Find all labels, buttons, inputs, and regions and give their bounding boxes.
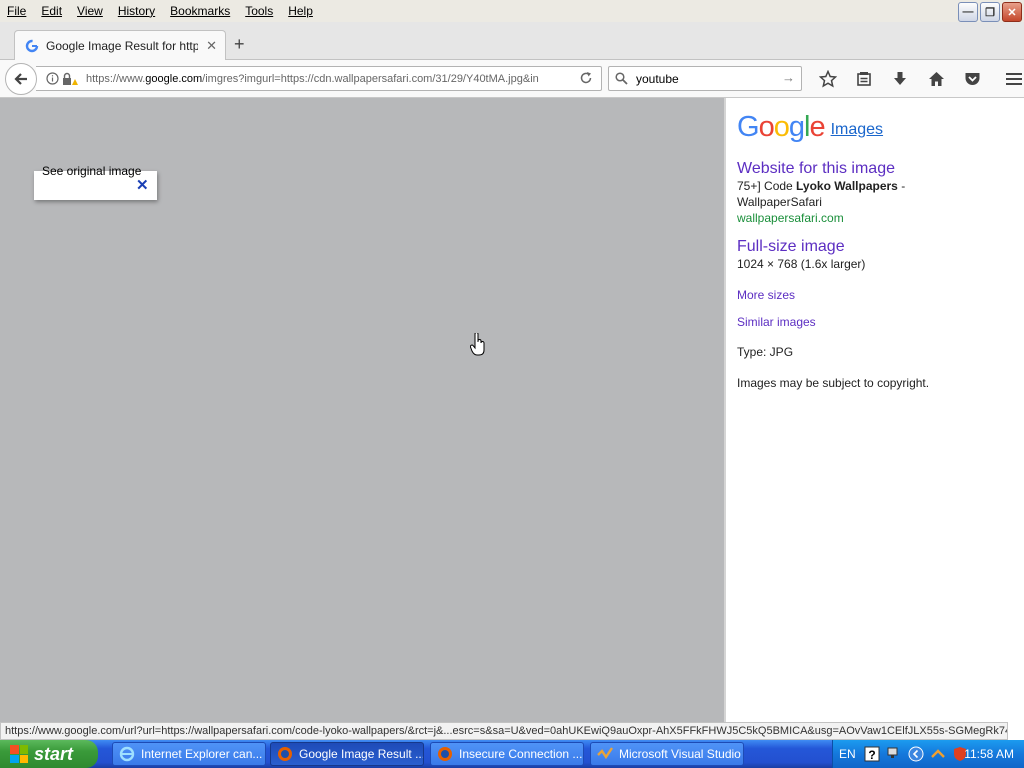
info-icon: [46, 72, 59, 85]
start-label: start: [34, 743, 74, 764]
firefox-icon: [437, 746, 453, 762]
popup-close-icon[interactable]: ✕: [136, 178, 149, 193]
site-info-icons[interactable]: [46, 72, 78, 86]
ie-icon: [119, 746, 135, 762]
pocket-icon[interactable]: [954, 68, 990, 90]
menu-help[interactable]: Help: [288, 4, 313, 18]
visual-studio-icon: [597, 746, 613, 762]
firefox-icon: [277, 746, 293, 762]
menu-tools[interactable]: Tools: [245, 4, 273, 18]
tab-close-icon[interactable]: ✕: [206, 38, 217, 54]
taskbar: start Internet Explorer can... Google Im…: [0, 740, 1024, 768]
tab-strip: Google Image Result for http... ✕ +: [0, 22, 1024, 61]
restore-icon: ❐: [985, 6, 995, 19]
images-link[interactable]: Images: [831, 121, 883, 139]
more-sizes-link[interactable]: More sizes: [737, 288, 1024, 302]
windows-flag-icon: [10, 745, 28, 763]
see-original-link[interactable]: See original image: [42, 164, 150, 178]
search-go-icon[interactable]: →: [782, 70, 795, 85]
start-button[interactable]: start: [0, 740, 98, 768]
reload-icon[interactable]: [579, 71, 593, 88]
site-title-line2: WallpaperSafari: [737, 195, 822, 209]
image-type: Type: JPG: [737, 345, 794, 359]
network-icon[interactable]: [886, 746, 902, 762]
url-text: https://www.google.com/imgres?imgurl=htt…: [86, 72, 539, 85]
system-tray: EN ? 11:58 AM: [832, 740, 1024, 768]
search-input[interactable]: youtube: [636, 72, 679, 86]
navigation-bar: https://www.google.com/imgres?imgurl=htt…: [0, 60, 1024, 98]
similar-images-link[interactable]: Similar images: [737, 315, 1024, 329]
status-bar: https://www.google.com/url?url=https://w…: [0, 722, 1008, 740]
search-bar[interactable]: youtube →: [608, 66, 802, 91]
menu-bookmarks[interactable]: Bookmarks: [170, 4, 230, 18]
menu-view[interactable]: View: [77, 4, 103, 18]
copyright-notice: Images may be subject to copyright.: [737, 376, 930, 390]
full-size-heading[interactable]: Full-size image: [737, 238, 1024, 256]
back-button[interactable]: [5, 63, 37, 95]
svg-text:?: ?: [868, 748, 875, 762]
insecure-lock-icon: [63, 72, 78, 85]
hand-cursor-icon: [469, 332, 486, 360]
search-icon: [615, 72, 628, 85]
menu-file[interactable]: File: [7, 4, 26, 18]
task-google-image-result[interactable]: Google Image Result ...: [270, 742, 424, 766]
task-visual-studio[interactable]: Microsoft Visual Studio: [590, 742, 744, 766]
google-images-header: Google Images: [737, 110, 1024, 142]
tab-title: Google Image Result for http...: [46, 39, 198, 53]
new-tab-icon[interactable]: +: [234, 34, 245, 55]
toolbar-icons: [810, 68, 1024, 90]
clock: 11:58 AM: [964, 747, 1014, 761]
image-info-panel: Google Images Website for this image 75+…: [724, 98, 1024, 722]
window-controls: — ❐ ✕: [958, 2, 1022, 22]
language-indicator[interactable]: EN: [839, 747, 856, 761]
menu-bar: File Edit View History Bookmarks Tools H…: [0, 0, 1024, 22]
restore-button[interactable]: ❐: [980, 2, 1000, 22]
task-internet-explorer[interactable]: Internet Explorer can...: [112, 742, 266, 766]
download-icon[interactable]: [882, 68, 918, 90]
bookmark-star-icon[interactable]: [810, 68, 846, 90]
minimize-button[interactable]: —: [958, 2, 978, 22]
hamburger-menu-icon[interactable]: [996, 68, 1024, 90]
tray-expand-icon[interactable]: [908, 746, 924, 762]
menu-history[interactable]: History: [118, 4, 155, 18]
full-size-dimensions: 1024 × 768 (1.6x larger): [737, 257, 866, 271]
bookmarks-list-icon[interactable]: [846, 68, 882, 90]
home-icon[interactable]: [918, 68, 954, 90]
website-heading[interactable]: Website for this image: [737, 160, 1024, 178]
help-icon[interactable]: ?: [864, 746, 880, 762]
minimize-icon: —: [962, 6, 974, 18]
task-insecure-connection[interactable]: Insecure Connection ...: [430, 742, 584, 766]
google-logo[interactable]: Google: [737, 112, 826, 142]
google-favicon-icon: [25, 39, 39, 53]
tab-google-image-result[interactable]: Google Image Result for http... ✕: [14, 30, 226, 61]
site-domain-link[interactable]: wallpapersafari.com: [737, 210, 1024, 226]
site-title: 75+] Code Lyoko Wallpapers -: [737, 179, 906, 193]
menu-edit[interactable]: Edit: [41, 4, 62, 18]
back-arrow-icon: [14, 73, 27, 85]
close-window-button[interactable]: ✕: [1002, 2, 1022, 22]
url-bar[interactable]: https://www.google.com/imgres?imgurl=htt…: [36, 66, 602, 91]
sync-icon[interactable]: [930, 746, 946, 762]
close-icon: ✕: [1007, 6, 1017, 19]
